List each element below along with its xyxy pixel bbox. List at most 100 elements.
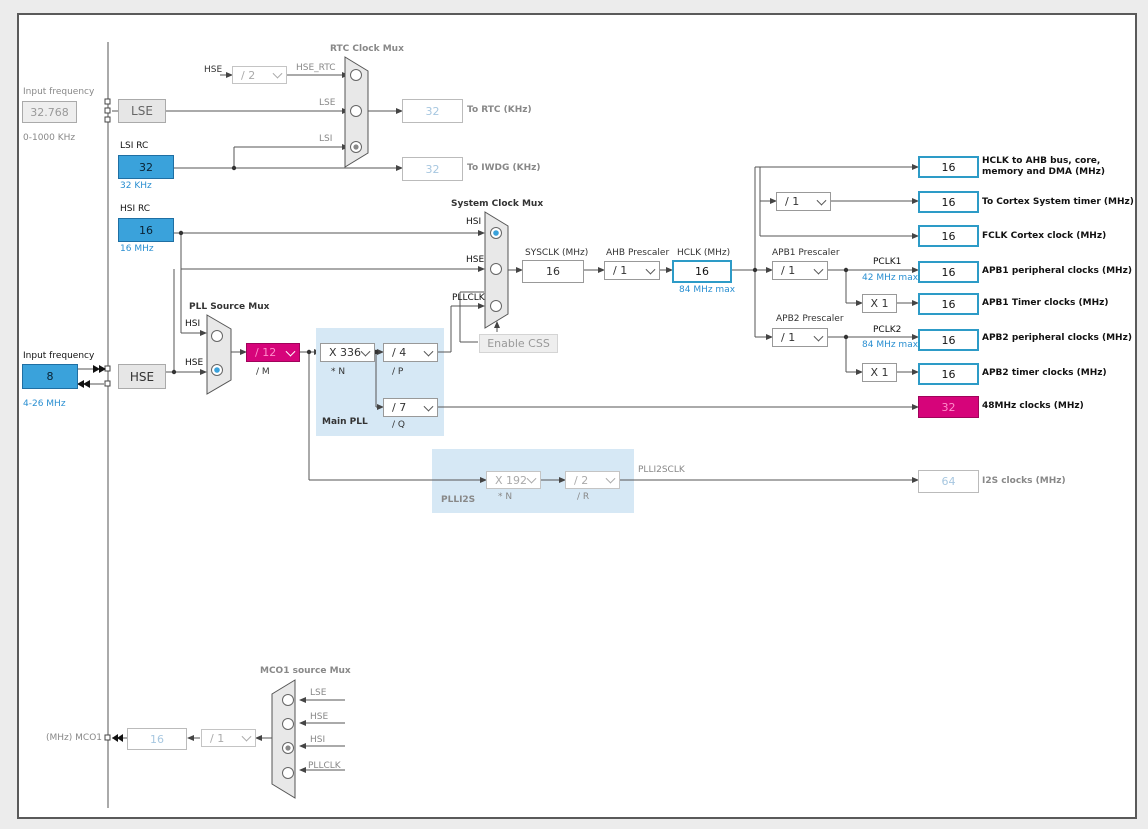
mco1-divider-select[interactable]: / 1 bbox=[201, 729, 256, 747]
rtc-lse-label: LSE bbox=[319, 98, 336, 108]
lsi-rc-value[interactable]: 32 bbox=[118, 155, 174, 179]
lse-input-frequency-field[interactable]: 32.768 bbox=[22, 101, 77, 123]
apb1-max-label: 42 MHz max bbox=[862, 273, 919, 283]
apb1-prescaler-label: APB1 Prescaler bbox=[772, 248, 840, 258]
ahb-prescaler-select[interactable]: / 1 bbox=[604, 261, 660, 280]
mco1-hse-label: HSE bbox=[310, 712, 329, 722]
apb1-peripheral-output-label: APB1 peripheral clocks (MHz) bbox=[982, 266, 1132, 276]
cortex-timer-output-value[interactable]: 16 bbox=[918, 191, 979, 213]
hsi-rc-value[interactable]: 16 bbox=[118, 218, 174, 242]
plli2s-n-multiplier-select[interactable]: X 192 bbox=[486, 471, 541, 489]
iwdg-output-label: To IWDG (KHz) bbox=[467, 163, 541, 173]
hse-block[interactable]: HSE bbox=[118, 364, 166, 389]
hclk-ahb-output-value[interactable]: 16 bbox=[918, 156, 979, 178]
sysmux-hsi-label: HSI bbox=[466, 217, 482, 227]
apb2-peripheral-output-label: APB2 peripheral clocks (MHz) bbox=[982, 333, 1132, 343]
apb1-timer-output-value[interactable]: 16 bbox=[918, 293, 979, 315]
chevron-down-icon bbox=[813, 331, 824, 342]
clk48-output-label: 48MHz clocks (MHz) bbox=[982, 401, 1084, 411]
apb2-timer-multiplier: X 1 bbox=[862, 363, 897, 382]
apb2-max-label: 84 MHz max bbox=[862, 340, 919, 350]
rtc-hse-rtc-label: HSE_RTC bbox=[296, 63, 336, 73]
pll-p-label: / P bbox=[392, 367, 404, 377]
hse-input-frequency-label: Input frequency bbox=[23, 351, 95, 361]
apb2-timer-output-value[interactable]: 16 bbox=[918, 363, 979, 385]
fclk-output-label: FCLK Cortex clock (MHz) bbox=[982, 231, 1107, 241]
apb2-prescaler-label: APB2 Prescaler bbox=[776, 314, 844, 324]
pll-m-label: / M bbox=[256, 367, 270, 377]
mco1-hsi-label: HSI bbox=[310, 735, 326, 745]
apb2-timer-output-label: APB2 timer clocks (MHz) bbox=[982, 368, 1107, 378]
chevron-down-icon bbox=[360, 346, 371, 357]
pll-n-label: * N bbox=[331, 367, 346, 377]
mco1-mux-title: MCO1 source Mux bbox=[260, 666, 351, 676]
rtc-lsi-label: LSI bbox=[319, 134, 333, 144]
apb1-timer-output-label: APB1 Timer clocks (MHz) bbox=[982, 298, 1109, 308]
system-clock-mux-title: System Clock Mux bbox=[451, 199, 544, 209]
apb1-prescaler-select[interactable]: / 1 bbox=[772, 261, 828, 280]
plli2s-n-label: * N bbox=[498, 492, 513, 502]
pll-source-mux-shape bbox=[206, 314, 232, 395]
apb2-peripheral-output-value[interactable]: 16 bbox=[918, 329, 979, 351]
i2s-output-value[interactable]: 64 bbox=[918, 470, 979, 493]
chevron-down-icon bbox=[813, 264, 824, 275]
plli2s-title: PLLI2S bbox=[441, 495, 476, 505]
lse-input-frequency-label: Input frequency bbox=[23, 87, 95, 97]
chevron-down-icon bbox=[816, 195, 827, 206]
hclk-value[interactable]: 16 bbox=[672, 260, 732, 283]
lse-range-label: 0-1000 KHz bbox=[23, 133, 76, 143]
fclk-output-value[interactable]: 16 bbox=[918, 225, 979, 247]
main-pll-title: Main PLL bbox=[322, 417, 368, 427]
apb1-peripheral-output-value[interactable]: 16 bbox=[918, 261, 979, 283]
hclk-max-label: 84 MHz max bbox=[679, 285, 736, 295]
iwdg-output-value[interactable]: 32 bbox=[402, 157, 463, 181]
lse-block[interactable]: LSE bbox=[118, 99, 166, 123]
chevron-down-icon bbox=[423, 346, 434, 357]
rtc-hse-divider-select[interactable]: / 2 bbox=[232, 66, 287, 84]
plli2sclk-label: PLLI2SCLK bbox=[638, 465, 685, 475]
clk48-output-value[interactable]: 32 bbox=[918, 396, 979, 418]
mco1-output-label: (MHz) MCO1 bbox=[46, 733, 102, 743]
chevron-down-icon bbox=[605, 473, 616, 484]
pll-m-divider-select[interactable]: / 12 bbox=[246, 343, 300, 362]
hclk-ahb-output-label: HCLK to AHB bus, core, memory and DMA (M… bbox=[982, 156, 1106, 177]
pll-source-hsi-label: HSI bbox=[185, 319, 201, 329]
pll-source-hse-label: HSE bbox=[185, 358, 204, 368]
chevron-down-icon bbox=[272, 68, 283, 79]
sysmux-pllclk-label: PLLCLK bbox=[452, 293, 485, 303]
pll-source-mux-title: PLL Source Mux bbox=[189, 302, 270, 312]
chevron-down-icon bbox=[241, 731, 252, 742]
chevron-down-icon bbox=[645, 264, 656, 275]
pll-p-divider-select[interactable]: / 4 bbox=[383, 343, 438, 362]
mco1-lse-label: LSE bbox=[310, 688, 327, 698]
ahb-prescaler-label: AHB Prescaler bbox=[606, 248, 670, 258]
lsi-rc-title: LSI RC bbox=[120, 141, 149, 151]
pll-q-label: / Q bbox=[392, 420, 405, 430]
sysclk-value[interactable]: 16 bbox=[522, 260, 584, 283]
sysclk-label: SYSCLK (MHz) bbox=[525, 248, 589, 258]
plli2s-r-divider-select[interactable]: / 2 bbox=[565, 471, 620, 489]
plli2s-r-label: / R bbox=[577, 492, 590, 502]
rtc-output-label: To RTC (KHz) bbox=[467, 105, 532, 115]
sysmux-hse-label: HSE bbox=[466, 255, 485, 265]
rtc-hse-label: HSE bbox=[204, 65, 223, 75]
pclk2-label: PCLK2 bbox=[873, 325, 902, 335]
apb1-timer-multiplier: X 1 bbox=[862, 294, 897, 313]
rtc-output-value[interactable]: 32 bbox=[402, 99, 463, 123]
cortex-timer-output-label: To Cortex System timer (MHz) bbox=[982, 197, 1134, 207]
chevron-down-icon bbox=[285, 346, 296, 357]
chevron-down-icon bbox=[526, 473, 537, 484]
mco1-pllclk-label: PLLCLK bbox=[308, 761, 341, 771]
pll-n-multiplier-select[interactable]: X 336 bbox=[320, 343, 375, 362]
lsi-freq-label: 32 KHz bbox=[120, 181, 152, 191]
pll-q-divider-select[interactable]: / 7 bbox=[383, 398, 438, 417]
hse-input-frequency-field[interactable]: 8 bbox=[22, 364, 78, 389]
apb2-prescaler-select[interactable]: / 1 bbox=[772, 328, 828, 347]
mco1-output-value[interactable]: 16 bbox=[127, 728, 187, 750]
hsi-rc-title: HSI RC bbox=[120, 204, 151, 214]
pclk1-label: PCLK1 bbox=[873, 257, 902, 267]
hsi-freq-label: 16 MHz bbox=[120, 244, 154, 254]
enable-css-button[interactable]: Enable CSS bbox=[479, 334, 558, 353]
cortex-timer-divider-select[interactable]: / 1 bbox=[776, 192, 831, 211]
hse-range-label: 4-26 MHz bbox=[23, 399, 66, 409]
